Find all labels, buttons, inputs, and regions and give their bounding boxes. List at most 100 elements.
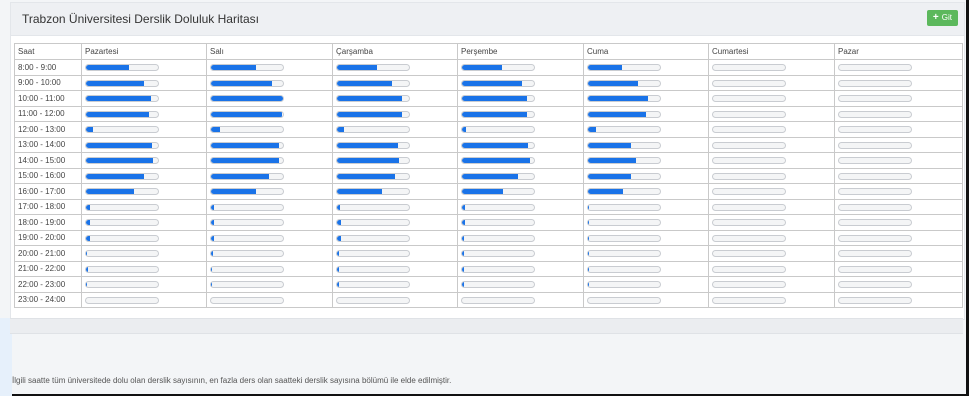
- occupancy-progress-bar: [461, 234, 535, 242]
- occupancy-progress-bar: [336, 126, 410, 134]
- occupancy-progress-fill: [86, 220, 90, 226]
- occupancy-progress-fill: [86, 235, 90, 241]
- occupancy-progress-bar: [210, 95, 284, 103]
- occupancy-progress-bar: [461, 188, 535, 196]
- occupancy-progress-bar: [461, 296, 535, 304]
- table-body: 8:00 - 9:00 9:00 - 10:00 10:00 - 11:00 11:0…: [14, 59, 963, 308]
- column-header: Perşembe: [457, 43, 584, 60]
- occupancy-cell: [457, 183, 584, 200]
- time-cell: 17:00 - 18:00: [14, 198, 82, 215]
- occupancy-progress-bar: [838, 95, 912, 103]
- occupancy-cell: [332, 183, 458, 200]
- occupancy-cell: [457, 74, 584, 91]
- occupancy-cell: [708, 74, 835, 91]
- occupancy-progress-bar: [712, 296, 786, 304]
- occupancy-progress-fill: [337, 204, 340, 210]
- occupancy-progress-bar: [461, 219, 535, 227]
- occupancy-cell: [834, 198, 963, 215]
- occupancy-cell: [834, 105, 963, 122]
- occupancy-progress-fill: [588, 251, 590, 257]
- occupancy-progress-bar: [712, 172, 786, 180]
- occupancy-cell: [206, 74, 333, 91]
- occupancy-cell: [834, 183, 963, 200]
- occupancy-progress-bar: [336, 141, 410, 149]
- occupancy-cell: [332, 74, 458, 91]
- occupancy-cell: [583, 121, 709, 138]
- occupancy-progress-fill: [588, 80, 639, 86]
- occupancy-progress-bar: [838, 265, 912, 273]
- occupancy-cell: [583, 291, 709, 308]
- occupancy-cell: [206, 167, 333, 184]
- occupancy-progress-fill: [337, 142, 399, 148]
- occupancy-progress-fill: [337, 251, 340, 257]
- occupancy-progress-bar: [210, 64, 284, 72]
- go-button[interactable]: + Git: [926, 10, 958, 26]
- occupancy-progress-bar: [587, 203, 661, 211]
- occupancy-progress-fill: [86, 142, 153, 148]
- occupancy-progress-bar: [336, 157, 410, 165]
- occupancy-cell: [834, 167, 963, 184]
- panel-header: Trabzon Üniversitesi Derslik Doluluk Har…: [11, 3, 964, 36]
- occupancy-cell: [206, 136, 333, 153]
- occupancy-progress-fill: [588, 204, 590, 210]
- occupancy-progress-bar: [587, 157, 661, 165]
- occupancy-progress-fill: [211, 235, 214, 241]
- occupancy-progress-fill: [86, 158, 153, 164]
- table-row: 9:00 - 10:00: [14, 74, 963, 91]
- occupancy-cell: [834, 229, 963, 246]
- occupancy-progress-bar: [210, 265, 284, 273]
- occupancy-progress-bar: [85, 296, 159, 304]
- occupancy-progress-bar: [712, 79, 786, 87]
- occupancy-cell: [206, 59, 333, 76]
- occupancy-progress-bar: [712, 219, 786, 227]
- occupancy-progress-bar: [587, 281, 661, 289]
- occupancy-progress-fill: [86, 266, 89, 272]
- occupancy-cell: [332, 214, 458, 231]
- occupancy-progress-bar: [336, 219, 410, 227]
- occupancy-cell: [457, 59, 584, 76]
- occupancy-cell: [457, 260, 584, 277]
- occupancy-progress-fill: [211, 220, 214, 226]
- column-header: Salı: [206, 43, 333, 60]
- occupancy-progress-bar: [587, 110, 661, 118]
- occupancy-progress-fill: [86, 127, 94, 133]
- occupancy-cell: [457, 152, 584, 169]
- time-cell: 16:00 - 17:00: [14, 183, 82, 200]
- occupancy-progress-fill: [588, 65, 622, 71]
- occupancy-progress-bar: [210, 157, 284, 165]
- time-cell: 22:00 - 23:00: [14, 276, 82, 293]
- occupancy-progress-fill: [86, 65, 130, 71]
- occupancy-progress-fill: [211, 204, 214, 210]
- table-header-row: Saat Pazartesi Salı Çarşamba Perşembe Cuma Cum…: [14, 43, 963, 60]
- occupancy-cell: [708, 291, 835, 308]
- occupancy-progress-bar: [210, 188, 284, 196]
- occupancy-progress-bar: [587, 126, 661, 134]
- occupancy-cell: [332, 276, 458, 293]
- occupancy-progress-bar: [712, 110, 786, 118]
- occupancy-progress-fill: [211, 189, 257, 195]
- time-cell: 9:00 - 10:00: [14, 74, 82, 91]
- go-button-label: Git: [941, 13, 952, 22]
- occupancy-progress-fill: [588, 142, 632, 148]
- occupancy-progress-bar: [587, 234, 661, 242]
- occupancy-progress-bar: [336, 281, 410, 289]
- occupancy-progress-fill: [462, 189, 504, 195]
- occupancy-progress-bar: [210, 281, 284, 289]
- occupancy-cell: [708, 229, 835, 246]
- occupancy-progress-fill: [211, 266, 213, 272]
- occupancy-progress-bar: [85, 157, 159, 165]
- occupancy-progress-bar: [336, 79, 410, 87]
- occupancy-progress-bar: [210, 79, 284, 87]
- page-title: Trabzon Üniversitesi Derslik Doluluk Har…: [22, 12, 259, 26]
- occupancy-progress-bar: [85, 281, 159, 289]
- occupancy-cell: [81, 152, 207, 169]
- occupancy-cell: [834, 214, 963, 231]
- occupancy-progress-bar: [461, 172, 535, 180]
- occupancy-progress-bar: [461, 126, 535, 134]
- occupancy-progress-fill: [462, 127, 467, 133]
- occupancy-progress-fill: [588, 266, 590, 272]
- occupancy-cell: [583, 229, 709, 246]
- occupancy-cell: [81, 183, 207, 200]
- occupancy-progress-bar: [85, 265, 159, 273]
- occupancy-progress-fill: [462, 235, 465, 241]
